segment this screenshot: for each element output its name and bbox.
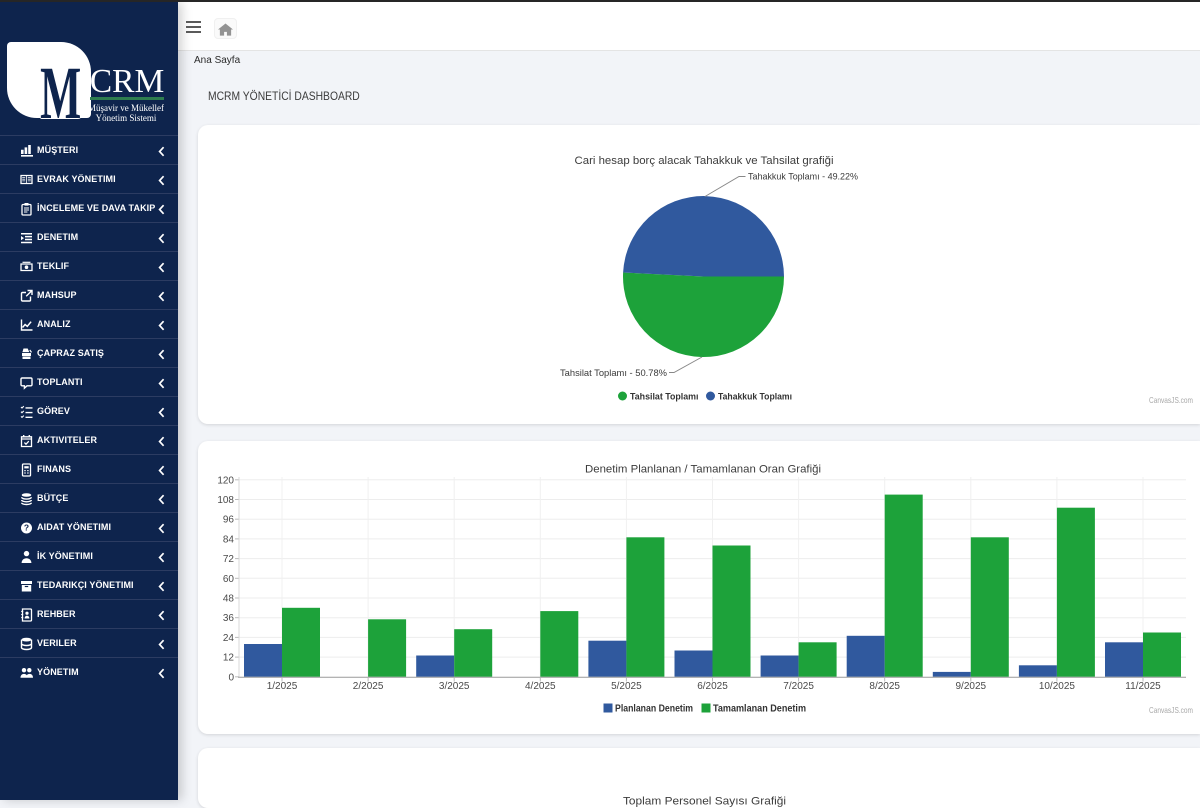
svg-text:1/2025: 1/2025 xyxy=(267,681,298,692)
svg-text:120: 120 xyxy=(217,475,234,486)
svg-text:CanvasJS.com: CanvasJS.com xyxy=(1149,705,1193,715)
svg-text:5/2025: 5/2025 xyxy=(611,681,642,692)
svg-text:Tahakkuk Toplamı: Tahakkuk Toplamı xyxy=(718,392,792,403)
svg-text:7/2025: 7/2025 xyxy=(783,681,814,692)
svg-text:11/2025: 11/2025 xyxy=(1125,681,1161,692)
svg-text:2/2025: 2/2025 xyxy=(353,681,384,692)
svg-text:12: 12 xyxy=(223,653,235,664)
svg-text:3/2025: 3/2025 xyxy=(439,681,470,692)
svg-text:36: 36 xyxy=(223,613,235,624)
svg-text:60: 60 xyxy=(223,574,235,585)
svg-text:Toplam Personel Sayısı Grafiği: Toplam Personel Sayısı Grafiği xyxy=(623,796,786,808)
svg-text:0: 0 xyxy=(228,672,234,683)
svg-text:84: 84 xyxy=(223,534,235,545)
svg-text:Tahakkuk Toplamı - 49.22%: Tahakkuk Toplamı - 49.22% xyxy=(748,172,859,183)
svg-text:24: 24 xyxy=(223,633,235,644)
svg-text:72: 72 xyxy=(223,554,235,565)
svg-text:8/2025: 8/2025 xyxy=(869,681,900,692)
svg-text:Planlanan Denetim: Planlanan Denetim xyxy=(615,704,693,715)
svg-text:CanvasJS.com: CanvasJS.com xyxy=(1149,395,1193,405)
svg-text:4/2025: 4/2025 xyxy=(525,681,556,692)
svg-text:10/2025: 10/2025 xyxy=(1039,681,1076,692)
svg-text:Tahsilat Toplamı: Tahsilat Toplamı xyxy=(630,392,699,403)
svg-text:Tamamlanan Denetim: Tamamlanan Denetim xyxy=(713,704,806,715)
svg-text:Cari hesap borç alacak Tahakku: Cari hesap borç alacak Tahakkuk ve Tahsi… xyxy=(575,155,834,167)
svg-text:48: 48 xyxy=(223,594,235,605)
svg-text:96: 96 xyxy=(223,515,235,526)
svg-text:Tahsilat Toplamı - 50.78%: Tahsilat Toplamı - 50.78% xyxy=(560,368,668,379)
svg-text:?: ? xyxy=(24,523,29,533)
svg-text:6/2025: 6/2025 xyxy=(697,681,728,692)
svg-text:108: 108 xyxy=(217,495,234,506)
svg-text:Denetim Planlanan / Tamamlanan: Denetim Planlanan / Tamamlanan Oran Graf… xyxy=(585,464,821,476)
svg-text:9/2025: 9/2025 xyxy=(956,681,987,692)
